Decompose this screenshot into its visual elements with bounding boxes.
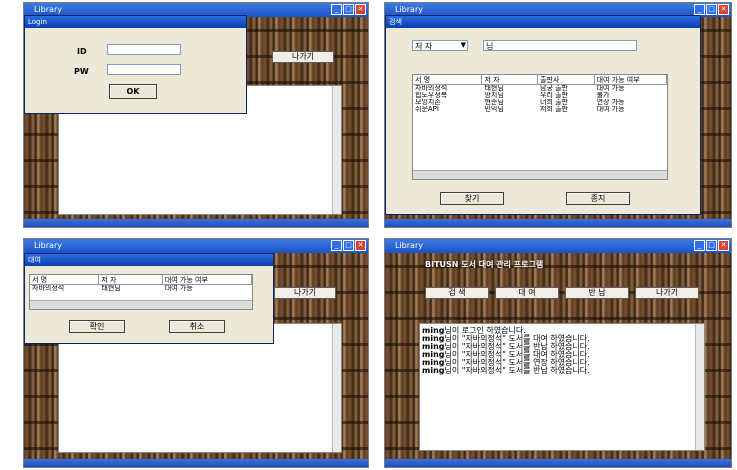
minimize-icon[interactable]: _ [694, 4, 705, 15]
table-cell: 모잉지존 [415, 99, 441, 106]
window-titlebar: Library _ □ ✕ [24, 239, 368, 253]
table-cell: 태현님 [484, 85, 504, 92]
chevron-down-icon[interactable]: ▼ [461, 41, 466, 49]
maximize-icon[interactable]: □ [706, 240, 717, 251]
table-cell: 힙도우정복 [415, 92, 448, 99]
table-row[interactable]: 힙도우정복 망치님 우리 출판 불가 [413, 92, 667, 99]
id-label: ID [77, 47, 87, 56]
cancel-button[interactable]: 취소 [169, 320, 225, 333]
close-icon[interactable]: ✕ [355, 4, 366, 15]
table-cell: 민익님 [484, 106, 504, 113]
taskbar [385, 459, 731, 467]
table-row[interactable]: 자바의정석 태현님 대여 가능 [30, 285, 252, 292]
id-input[interactable] [107, 44, 181, 55]
table-cell: 자바의정석 [32, 285, 65, 292]
table-cell: 현준님 [484, 99, 504, 106]
app-title: BITUSN 도서 대여 관리 프로그램 [425, 260, 544, 269]
window-title: Library [34, 5, 62, 14]
table-body: 자바의정석 태현님 남궁 출판 대여 가능 힙도우정복 망치님 우리 출판 불가… [413, 85, 667, 113]
table-cell: 자바의정석 [415, 85, 448, 92]
maximize-icon[interactable]: □ [343, 4, 354, 15]
results-table[interactable]: 서 명 저 자 출판사 대여 가능 여부 자바의정석 태현님 남궁 출판 대여 … [412, 74, 668, 180]
close-icon[interactable]: ✕ [718, 240, 729, 251]
window-title: Library [34, 241, 62, 250]
table-body: 자바의정석 태현님 대여 가능 [30, 285, 252, 292]
window-title: Library [395, 241, 423, 250]
table-header: 서 명 저 자 출판사 대여 가능 여부 [413, 75, 667, 85]
main-window: Library _ □ ✕ BITUSN 도서 대여 관리 프로그램 검 색 대… [384, 238, 732, 468]
table-cell: 연장 가능 [596, 99, 625, 106]
table-row[interactable]: 쉬운API 민익님 저희 출판 대여 가능 [413, 106, 667, 113]
minimize-icon[interactable]: _ [331, 4, 342, 15]
vertical-scrollbar[interactable] [332, 86, 341, 214]
close-icon[interactable]: ✕ [718, 4, 729, 15]
column-header[interactable]: 대여 가능 여부 [163, 275, 252, 284]
log-list: ming님이 로그인 하였습니다. ming님이 "자바의정석" 도서를 대여 … [420, 324, 704, 375]
maximize-icon[interactable]: □ [343, 240, 354, 251]
rent-dialog: 대여 서 명 저 자 대여 가능 여부 자바의정석 태현님 대여 가능 확인 취… [24, 253, 274, 344]
table-cell: 저희 출판 [540, 106, 569, 113]
table-header: 서 명 저 자 대여 가능 여부 [30, 275, 252, 285]
minimize-icon[interactable]: _ [694, 240, 705, 251]
search-button[interactable]: 검 색 [425, 287, 489, 299]
dialog-title: 대여 [25, 254, 273, 266]
taskbar [24, 219, 368, 227]
column-header[interactable]: 서 명 [30, 275, 100, 284]
search-window: Library _ □ ✕ 검색 저 자 ▼ 님 서 명 저 자 출판사 대여 … [384, 2, 732, 228]
vertical-scrollbar[interactable] [332, 324, 341, 452]
login-dialog: Login ID PW OK [24, 15, 247, 114]
log-user: ming [422, 366, 445, 375]
exit-button[interactable]: 나가기 [272, 51, 334, 63]
minimize-icon[interactable]: _ [331, 240, 342, 251]
table-cell: 남궁 출판 [540, 85, 569, 92]
search-dialog: 검색 저 자 ▼ 님 서 명 저 자 출판사 대여 가능 여부 자바의정석 태현… [385, 15, 701, 215]
login-window: Library _ □ ✕ 나가기 Login ID PW OK [23, 2, 369, 228]
find-button[interactable]: 찾기 [440, 192, 504, 205]
return-button[interactable]: 반 납 [565, 287, 629, 299]
log-text: 님이 "자바의정석" 도서를 반납 하였습니다. [444, 366, 590, 375]
ok-button[interactable]: OK [109, 84, 157, 99]
table-cell: 대여 가능 [596, 106, 625, 113]
window-title: Library [395, 5, 423, 14]
table-cell: 쉬운API [415, 106, 439, 113]
column-header[interactable]: 저 자 [99, 275, 163, 284]
column-header[interactable]: 저 자 [482, 75, 539, 84]
table-row[interactable]: 모잉지존 현준님 너희 출판 연장 가능 [413, 99, 667, 106]
table-row[interactable]: 자바의정석 태현님 남궁 출판 대여 가능 [413, 85, 667, 92]
pw-label: PW [74, 67, 89, 76]
table-cell: 대여 가능 [164, 285, 193, 292]
horizontal-scrollbar[interactable] [413, 170, 667, 179]
dialog-title: Login [25, 16, 246, 28]
column-header[interactable]: 서 명 [413, 75, 483, 84]
exit-button[interactable]: 나가기 [635, 287, 699, 299]
taskbar [24, 459, 368, 467]
filter-selected: 저 자 [415, 42, 433, 51]
maximize-icon[interactable]: □ [706, 4, 717, 15]
table-cell: 망치님 [484, 92, 504, 99]
dialog-title: 검색 [386, 16, 700, 28]
exit-button[interactable]: 나가기 [274, 287, 336, 299]
rent-button[interactable]: 대 여 [495, 287, 559, 299]
search-input[interactable]: 님 [483, 40, 637, 51]
pw-input[interactable] [107, 64, 181, 75]
confirm-button[interactable]: 확인 [69, 320, 125, 333]
table-cell: 태현님 [101, 285, 121, 292]
rent-window: Library _ □ ✕ 나가기 대여 서 명 저 자 대여 가능 여부 자바… [23, 238, 369, 468]
table-cell: 불가 [596, 92, 610, 99]
close-icon[interactable]: ✕ [355, 240, 366, 251]
window-titlebar: Library _ □ ✕ [385, 239, 731, 253]
column-header[interactable]: 대여 가능 여부 [595, 75, 667, 84]
table-cell: 너희 출판 [540, 99, 569, 106]
table-cell: 대여 가능 [596, 85, 625, 92]
horizontal-scrollbar[interactable] [30, 300, 252, 309]
vertical-scrollbar[interactable] [695, 324, 704, 450]
taskbar [385, 219, 731, 227]
log-entry: ming님이 "자바의정석" 도서를 반납 하였습니다. [422, 367, 704, 375]
column-header[interactable]: 출판사 [538, 75, 595, 84]
log-area[interactable]: ming님이 로그인 하였습니다. ming님이 "자바의정석" 도서를 대여 … [419, 323, 705, 451]
filter-select[interactable]: 저 자 ▼ [412, 40, 468, 51]
rent-table[interactable]: 서 명 저 자 대여 가능 여부 자바의정석 태현님 대여 가능 [29, 274, 253, 310]
cancel-button[interactable]: 종지 [566, 192, 630, 205]
table-cell: 우리 출판 [540, 92, 569, 99]
